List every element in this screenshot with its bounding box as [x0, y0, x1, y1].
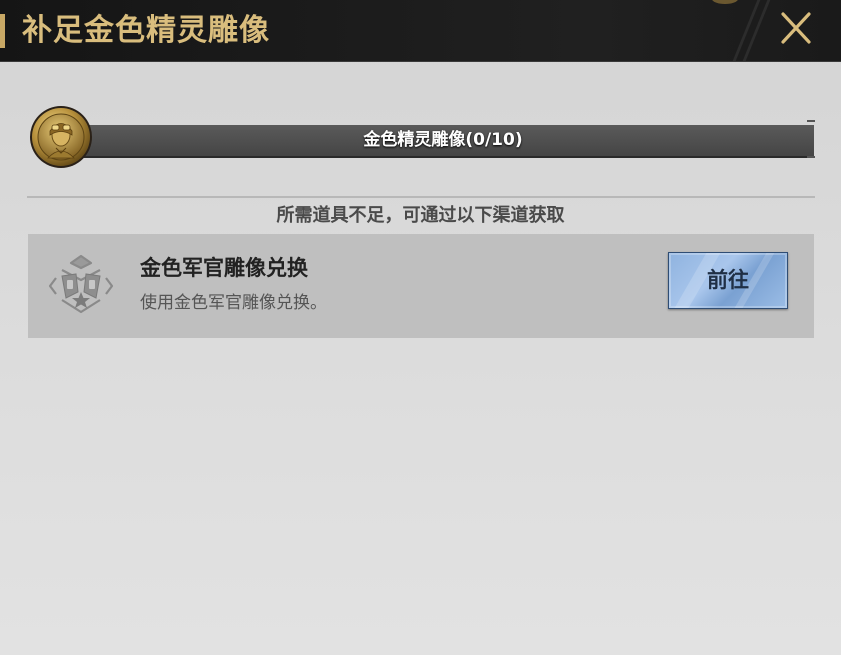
header-ornament: [712, 0, 738, 4]
source-list-item: 金色军官雕像兑换 使用金色军官雕像兑换。 前往: [28, 234, 814, 338]
go-button[interactable]: 前往: [668, 252, 788, 309]
header-accent-bar: [0, 14, 5, 48]
item-count-bar: 金色精灵雕像(0/10): [72, 125, 814, 158]
source-title: 金色军官雕像兑换: [140, 256, 308, 280]
section-divider: [27, 196, 815, 198]
dialog-header: 补足金色精灵雕像: [0, 0, 841, 62]
dialog-title: 补足金色精灵雕像: [22, 13, 270, 48]
close-x-icon: [781, 12, 811, 44]
close-button[interactable]: [772, 6, 820, 50]
source-description: 使用金色军官雕像兑换。: [140, 293, 327, 313]
item-name-count: 金色精灵雕像(0/10): [363, 130, 523, 150]
insufficient-items-hint: 所需道具不足，可通过以下渠道获取: [276, 205, 565, 226]
golden-pilot-medal-icon[interactable]: [28, 104, 94, 170]
go-button-label: 前往: [707, 268, 749, 292]
dialog-panel: 补足金色精灵雕像 金色精灵雕像(0/10) 所需道具不足，可通过以下渠道获取 金…: [0, 0, 841, 655]
item-progress-row: 金色精灵雕像(0/10): [28, 104, 818, 170]
bar-end-ticks: [807, 120, 815, 160]
officer-emblem-icon: [44, 250, 118, 322]
